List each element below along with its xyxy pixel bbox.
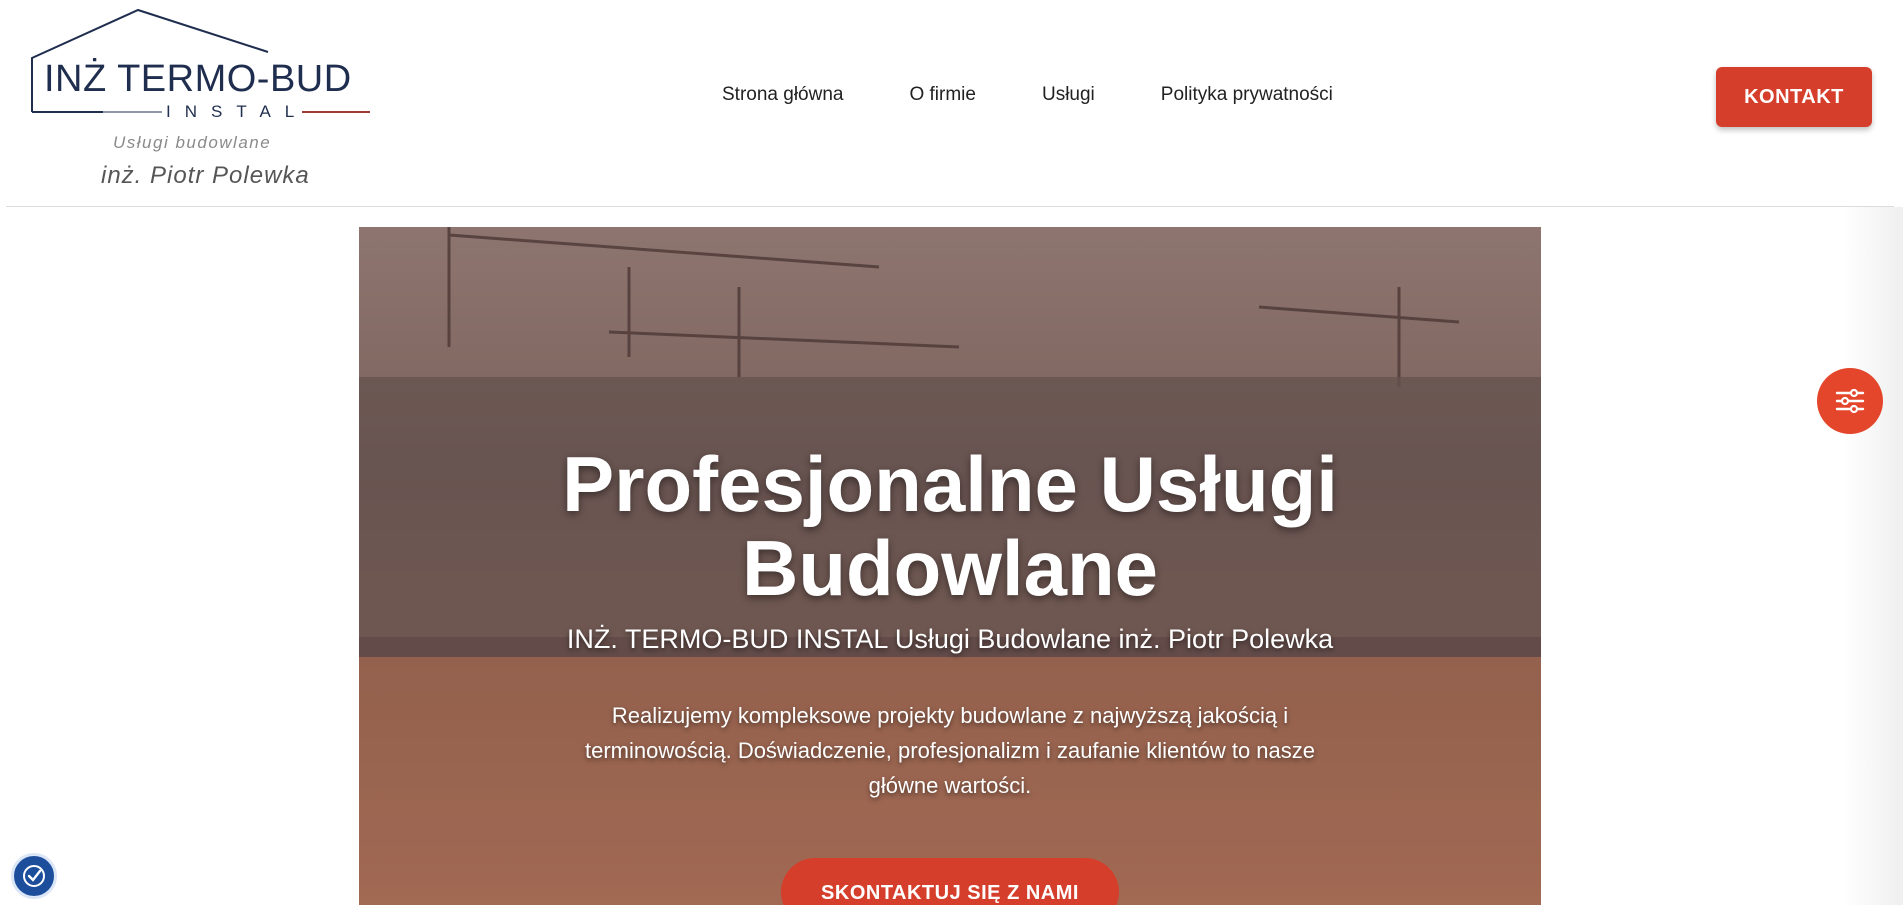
accessibility-icon	[23, 865, 45, 887]
logo-instal-text: INSTAL	[166, 102, 309, 121]
main-nav: Strona główna O firmie Usługi Polityka p…	[722, 84, 1399, 114]
hero-title: Profesjonalne Usługi Budowlane	[359, 442, 1541, 610]
hero-title-line2: Budowlane	[741, 524, 1158, 612]
logo-main-text: INŻ TERMO-BUD	[44, 58, 352, 100]
site-header: INŻ TERMO-BUD INSTAL Usługi budowlane in…	[0, 0, 1903, 207]
hero-banner: Profesjonalne Usługi Budowlane INŻ. TERM…	[359, 227, 1541, 905]
hero-contact-button[interactable]: SKONTAKTUJ SIĘ Z NAMI	[781, 858, 1119, 905]
nav-item-privacy[interactable]: Polityka prywatności	[1161, 84, 1333, 114]
site-logo[interactable]: INŻ TERMO-BUD INSTAL Usługi budowlane in…	[28, 8, 373, 198]
sliders-icon	[1835, 388, 1865, 414]
hero-subtitle: INŻ. TERMO-BUD INSTAL Usługi Budowlane i…	[566, 624, 1334, 654]
logo-owner: inż. Piotr Polewka	[101, 162, 310, 189]
nav-item-services[interactable]: Usługi	[1042, 84, 1095, 114]
hero-title-line1: Profesjonalne Usługi	[562, 440, 1338, 528]
contact-button[interactable]: KONTAKT	[1716, 67, 1872, 127]
settings-fab[interactable]	[1817, 368, 1883, 434]
nav-item-home[interactable]: Strona główna	[722, 84, 843, 114]
hero-desc-line2: terminowością. Doświadczenie, profesjona…	[584, 738, 1316, 763]
logo-tagline: Usługi budowlane	[113, 133, 272, 152]
hero-desc-line1: Realizujemy kompleksowe projekty budowla…	[611, 703, 1289, 728]
nav-item-about[interactable]: O firmie	[909, 84, 976, 114]
header-divider	[6, 206, 1894, 207]
hero-desc-line3: główne wartości.	[868, 773, 1032, 798]
hero-description: Realizujemy kompleksowe projekty budowla…	[545, 698, 1355, 803]
accessibility-fab[interactable]	[11, 853, 57, 899]
